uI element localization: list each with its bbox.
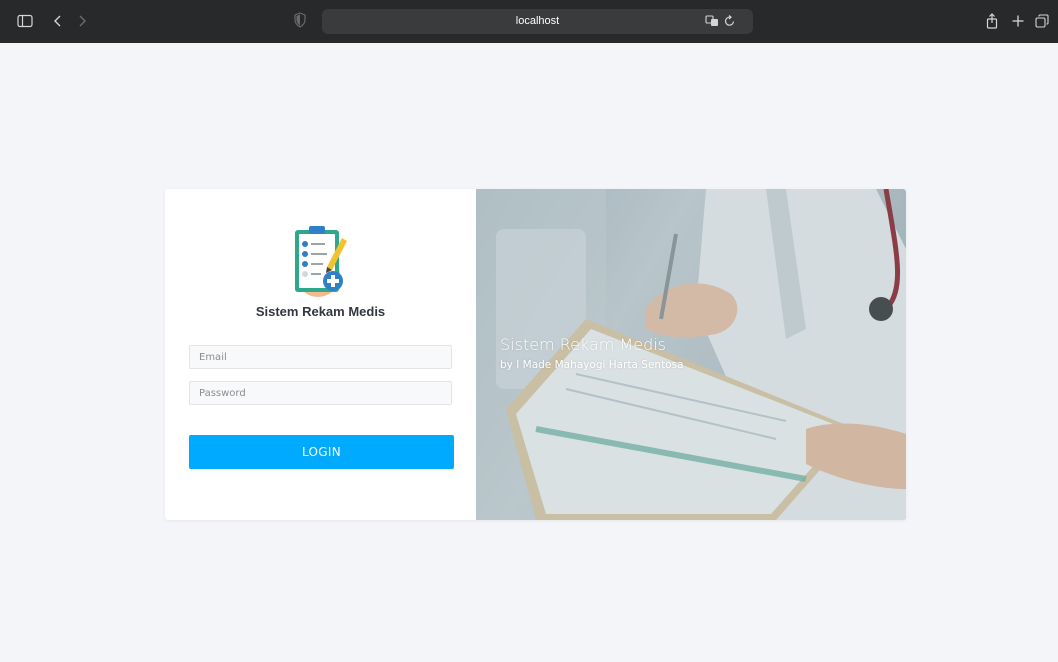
address-bar[interactable]: localhost <box>322 9 753 34</box>
login-panel: Sistem Rekam Medis LOGIN <box>165 189 476 520</box>
clipboard-logo-icon <box>283 223 359 299</box>
doctor-photo <box>476 189 906 520</box>
share-icon[interactable] <box>986 12 998 30</box>
login-card: Sistem Rekam Medis LOGIN <box>165 189 906 520</box>
forward-icon[interactable] <box>77 12 87 30</box>
hero-title: Sistem Rekam Medis <box>500 335 667 354</box>
new-tab-icon[interactable] <box>1011 12 1025 30</box>
sidebar-icon[interactable] <box>17 12 33 30</box>
translate-icon[interactable] <box>705 14 719 33</box>
tabs-icon[interactable] <box>1035 12 1049 30</box>
hero-subtitle: by I Made Mahayogi Harta Sentosa <box>500 359 684 371</box>
app-name: Sistem Rekam Medis <box>255 304 386 319</box>
back-icon[interactable] <box>53 12 63 30</box>
hero-image: Sistem Rekam Medis by I Made Mahayogi Ha… <box>476 189 906 520</box>
login-button[interactable]: LOGIN <box>189 435 454 469</box>
address-text: localhost <box>515 15 560 27</box>
shield-icon[interactable] <box>294 12 306 33</box>
browser-toolbar: localhost <box>0 0 1058 43</box>
password-input[interactable] <box>189 381 452 405</box>
email-input[interactable] <box>189 345 452 369</box>
reload-icon[interactable] <box>723 14 736 33</box>
